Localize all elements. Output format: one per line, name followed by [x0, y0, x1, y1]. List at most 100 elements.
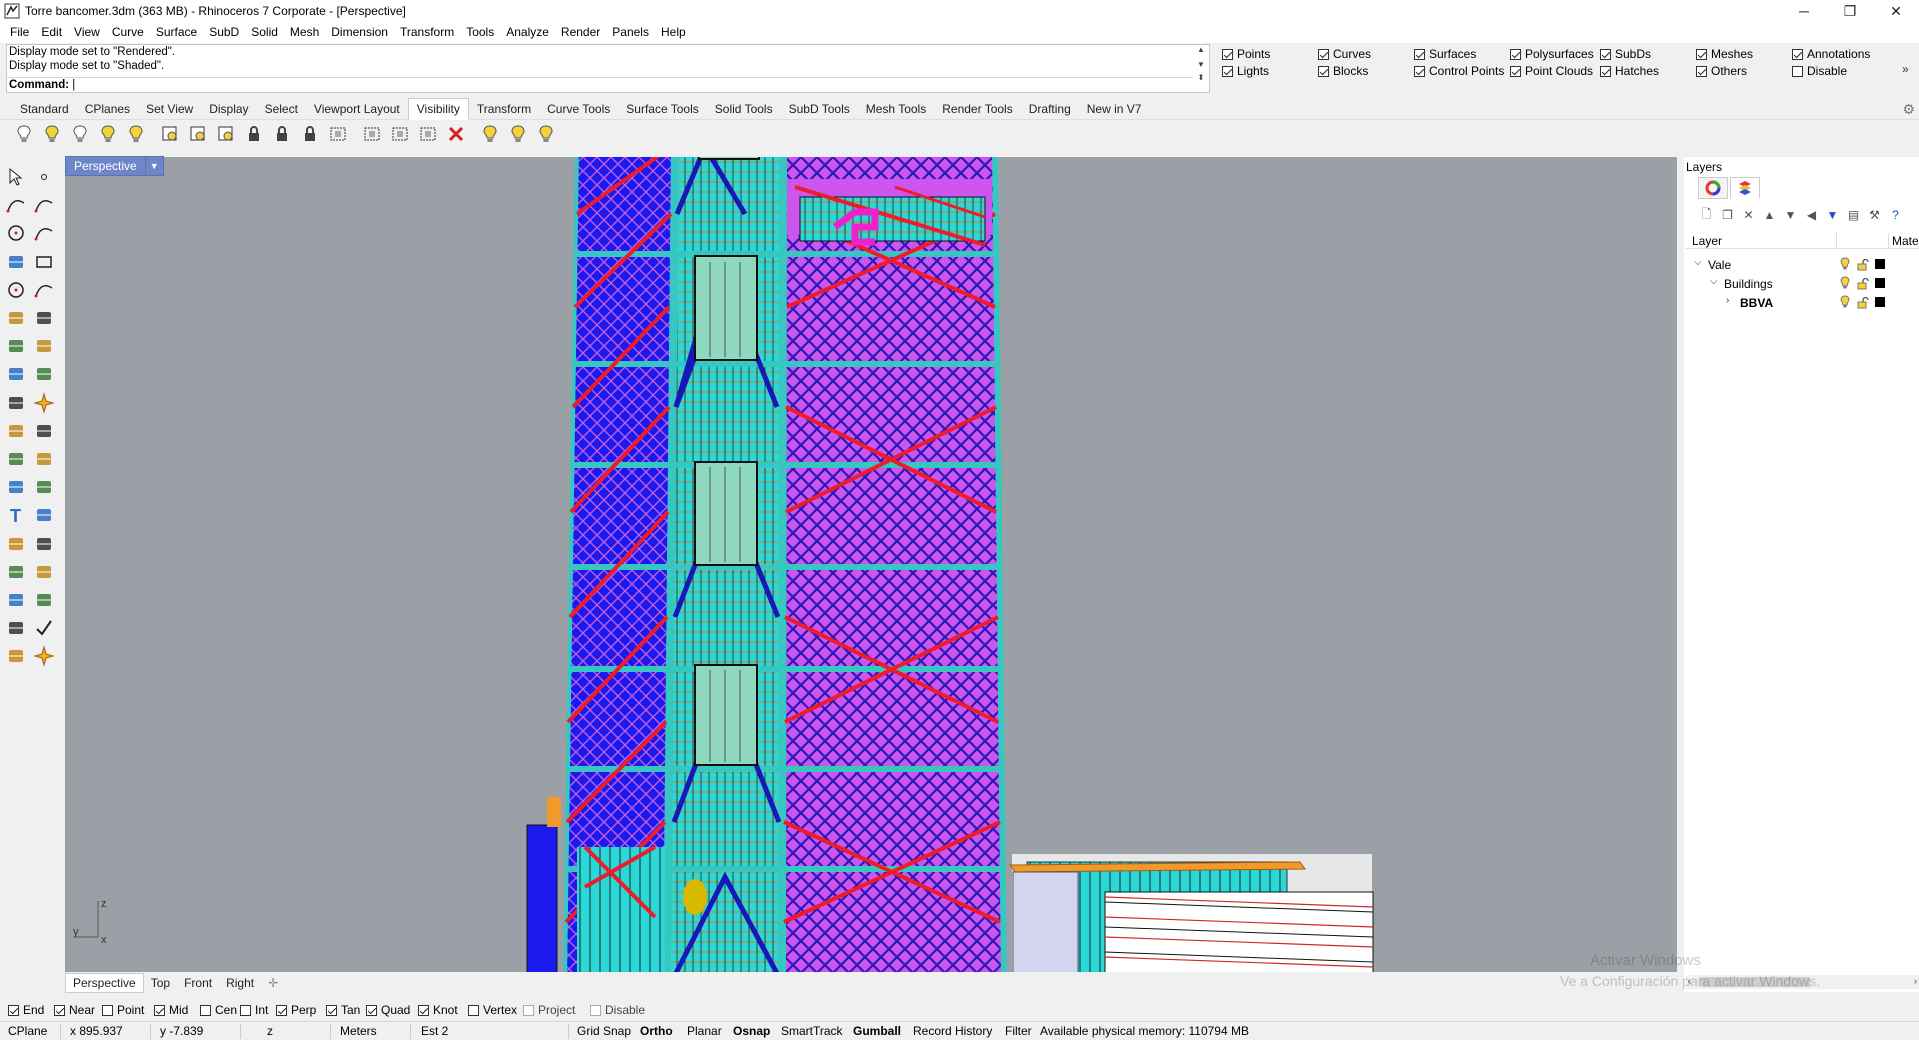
checkbox-box[interactable] — [418, 1004, 429, 1016]
isolate-icon[interactable] — [414, 121, 442, 147]
osnap-knot-checkbox[interactable]: Knot — [418, 1002, 458, 1018]
osnap-point-checkbox[interactable]: Point — [102, 1002, 144, 1018]
record-history-toggle[interactable]: Record History — [913, 1024, 992, 1038]
menu-view[interactable]: View — [68, 22, 106, 43]
hide-red-icon[interactable] — [442, 121, 470, 147]
layer-unlock-icon[interactable] — [1856, 277, 1870, 291]
osnap-end-checkbox[interactable]: End — [8, 1002, 44, 1018]
cplane-label[interactable]: CPlane — [8, 1024, 47, 1038]
help-icon[interactable]: ? — [1885, 205, 1906, 225]
checkbox-box[interactable] — [1318, 48, 1329, 60]
light-bulb-group-icon[interactable] — [476, 121, 504, 147]
menu-file[interactable]: File — [4, 22, 35, 43]
menu-solid[interactable]: Solid — [245, 22, 284, 43]
hatch-icon[interactable] — [32, 419, 56, 443]
explode-icon[interactable] — [4, 391, 28, 415]
surface-icon[interactable] — [4, 306, 28, 330]
scroll-up-icon[interactable]: ▲ — [1197, 45, 1205, 54]
delete-layer-icon[interactable]: ✕ — [1738, 205, 1759, 225]
move-parent-icon[interactable]: ◀ — [1801, 205, 1822, 225]
distribute-icon[interactable] — [32, 532, 56, 556]
perspective-viewport[interactable] — [65, 157, 1677, 972]
menu-analyze[interactable]: Analyze — [500, 22, 555, 43]
viewport-name[interactable]: Perspective — [65, 156, 146, 176]
curve-icon[interactable] — [32, 193, 56, 217]
transform-icon[interactable] — [32, 447, 56, 471]
layer-unlock-icon[interactable] — [1856, 258, 1870, 272]
viewport-dropdown-icon[interactable]: ▼ — [145, 156, 164, 176]
tab-select[interactable]: Select — [257, 99, 306, 119]
show-layers-icon[interactable] — [212, 121, 240, 147]
select-arrow-icon[interactable] — [4, 165, 28, 189]
visibility-annotations-checkbox[interactable]: Annotations — [1792, 46, 1870, 62]
show-selected-icon[interactable] — [184, 121, 212, 147]
expand-chevron-icon[interactable]: » — [1902, 62, 1909, 76]
text-icon[interactable]: T — [4, 503, 28, 527]
osnap-disable-checkbox[interactable]: Disable — [590, 1002, 645, 1018]
layer-name[interactable]: BBVA — [1740, 296, 1773, 310]
tab-viewport-layout[interactable]: Viewport Layout — [306, 99, 408, 119]
gear-icon[interactable]: ⚙ — [1902, 101, 1915, 118]
checkbox-box[interactable] — [276, 1004, 287, 1016]
smarttrack-toggle[interactable]: SmartTrack — [781, 1024, 843, 1038]
checkbox-box[interactable] — [1600, 48, 1611, 60]
show-objects-icon[interactable] — [156, 121, 184, 147]
checkbox-box[interactable] — [1792, 48, 1803, 60]
osnap-project-checkbox[interactable]: Project — [523, 1002, 575, 1018]
menu-subd[interactable]: SubD — [203, 22, 245, 43]
unlock-icon[interactable] — [268, 121, 296, 147]
current-layer[interactable]: Est 2 — [421, 1024, 448, 1038]
expand-chevron-icon[interactable]: › — [1726, 295, 1729, 306]
layer-color-swatch[interactable] — [1875, 297, 1885, 307]
osnap-toggle[interactable]: Osnap — [733, 1024, 770, 1038]
checkbox-box[interactable] — [326, 1004, 337, 1016]
osnap-quad-checkbox[interactable]: Quad — [366, 1002, 410, 1018]
visibility-disable-checkbox[interactable]: Disable — [1792, 63, 1847, 79]
block-icon[interactable] — [4, 560, 28, 584]
close-button[interactable]: ✕ — [1873, 0, 1919, 22]
boolean-icon[interactable] — [32, 334, 56, 358]
checkbox-box[interactable] — [468, 1004, 479, 1016]
osnap-tan-checkbox[interactable]: Tan — [326, 1002, 360, 1018]
osnap-cen-checkbox[interactable]: Cen — [200, 1002, 237, 1018]
tab-curve-tools[interactable]: Curve Tools — [539, 99, 618, 119]
point-icon[interactable] — [32, 165, 56, 189]
extrude-icon[interactable] — [4, 362, 28, 386]
tab-visibility[interactable]: Visibility — [407, 97, 469, 120]
menu-render[interactable]: Render — [555, 22, 606, 43]
command-scrollbar[interactable]: ▲ ▼ ⬍ — [1193, 45, 1209, 92]
layer-visible-bulb-icon[interactable] — [1838, 295, 1852, 309]
tab-cplanes[interactable]: CPlanes — [77, 99, 138, 119]
check-icon[interactable] — [32, 616, 56, 640]
tab-subd-tools[interactable]: SubD Tools — [781, 99, 858, 119]
checkbox-box[interactable] — [523, 1004, 534, 1016]
visibility-polysurfaces-checkbox[interactable]: Polysurfaces — [1510, 46, 1594, 62]
scroll-right-icon[interactable]: › — [1914, 976, 1917, 986]
checkbox-box[interactable] — [1222, 48, 1233, 60]
light-bulb-group-icon[interactable] — [504, 121, 532, 147]
checkbox-box[interactable] — [200, 1004, 211, 1016]
menu-surface[interactable]: Surface — [150, 22, 203, 43]
gumball-toggle[interactable]: Gumball — [853, 1024, 901, 1038]
bounding-box-icon[interactable] — [358, 121, 386, 147]
light-bulb-on-icon[interactable] — [38, 121, 66, 147]
visibility-blocks-checkbox[interactable]: Blocks — [1318, 63, 1368, 79]
checkbox-box[interactable] — [240, 1004, 251, 1016]
scale-icon[interactable] — [32, 503, 56, 527]
menu-tools[interactable]: Tools — [460, 22, 500, 43]
layer-states-icon[interactable]: ▤ — [1843, 205, 1864, 225]
viewport-tab-top[interactable]: Top — [144, 974, 177, 992]
fillet-icon[interactable] — [4, 475, 28, 499]
collapse-chevron-icon[interactable]: ⌵ — [1710, 276, 1718, 287]
lock-icon[interactable] — [240, 121, 268, 147]
tab-render-tools[interactable]: Render Tools — [934, 99, 1021, 119]
checkbox-box[interactable] — [8, 1004, 19, 1016]
planar-toggle[interactable]: Planar — [687, 1024, 722, 1038]
tab-solid-tools[interactable]: Solid Tools — [707, 99, 781, 119]
checkbox-box[interactable] — [366, 1004, 377, 1016]
circle-icon[interactable] — [4, 221, 28, 245]
checkbox-box[interactable] — [102, 1004, 113, 1016]
tools-icon[interactable]: ⚒ — [1864, 205, 1885, 225]
menu-mesh[interactable]: Mesh — [284, 22, 325, 43]
freeform-curve-icon[interactable] — [32, 278, 56, 302]
